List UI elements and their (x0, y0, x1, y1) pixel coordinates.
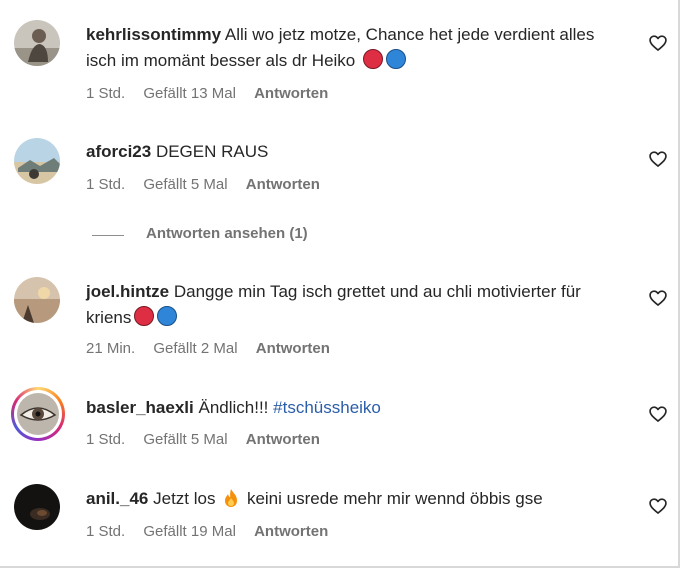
comment-text: basler_haexli Ändlich!!! #tschüssheiko (86, 395, 626, 421)
comment-body-end: keini usrede mehr mir wennd öbbis gse (246, 489, 543, 508)
comment-time: 1 Std. (86, 85, 126, 102)
like-heart-icon[interactable] (648, 404, 668, 424)
comment-likes[interactable]: Gefällt 5 Mal (143, 176, 227, 193)
like-heart-icon[interactable] (648, 288, 668, 308)
like-heart-icon[interactable] (648, 496, 668, 516)
comment-username[interactable]: basler_haexli (86, 398, 194, 417)
reply-button[interactable]: Antworten (246, 431, 320, 448)
comment-text: anil._46 Jetzt los keini usrede mehr mir… (86, 486, 626, 516)
replies-divider-line (92, 235, 124, 236)
comment-username[interactable]: aforci23 (86, 142, 151, 161)
reply-button[interactable]: Antworten (254, 523, 328, 540)
comment-likes[interactable]: Gefällt 5 Mal (143, 431, 227, 448)
comment-body: DEGEN RAUS (155, 142, 269, 161)
comment-meta: 21 Min. Gefällt 2 Mal Antworten (86, 340, 344, 357)
comment-meta: 1 Std. Gefällt 5 Mal Antworten (86, 176, 334, 193)
view-replies-label: Antworten ansehen (1) (146, 225, 308, 242)
comment-time: 1 Std. (86, 523, 126, 540)
comment-meta: 1 Std. Gefällt 13 Mal Antworten (86, 85, 342, 102)
like-heart-icon[interactable] (648, 33, 668, 53)
comment-time: 21 Min. (86, 340, 136, 357)
comment-username[interactable]: anil._46 (86, 489, 148, 508)
comment-text: aforci23 DEGEN RAUS (86, 139, 626, 165)
comment-body: Ändlich!!! (198, 398, 269, 417)
red-circle-icon (363, 49, 383, 69)
comment-username[interactable]: joel.hintze (86, 282, 169, 301)
comments-panel: kehrlissontimmy Alli wo jetz motze, Chan… (0, 0, 680, 568)
comment-meta: 1 Std. Gefällt 19 Mal Antworten (86, 523, 342, 540)
hashtag-link[interactable]: #tschüssheiko (273, 398, 381, 417)
avatar[interactable] (14, 138, 60, 184)
comment-text: joel.hintze Dangge min Tag isch grettet … (86, 279, 626, 331)
comment-body-start: Jetzt los (153, 489, 216, 508)
avatar-story-ring[interactable] (11, 387, 65, 441)
comment-time: 1 Std. (86, 176, 126, 193)
fire-icon (222, 488, 240, 516)
comment-time: 1 Std. (86, 431, 126, 448)
avatar[interactable] (14, 484, 60, 530)
reply-button[interactable]: Antworten (246, 176, 320, 193)
reply-button[interactable]: Antworten (254, 85, 328, 102)
comment-likes[interactable]: Gefällt 2 Mal (153, 340, 237, 357)
comment-username[interactable]: kehrlissontimmy (86, 25, 221, 44)
red-circle-icon (134, 306, 155, 326)
reply-button[interactable]: Antworten (256, 340, 330, 357)
avatar[interactable] (14, 277, 60, 323)
comment-likes[interactable]: Gefällt 13 Mal (143, 85, 236, 102)
comment-text: kehrlissontimmy Alli wo jetz motze, Chan… (86, 22, 626, 74)
comment-likes[interactable]: Gefällt 19 Mal (143, 523, 236, 540)
blue-circle-icon (157, 306, 178, 326)
like-heart-icon[interactable] (648, 149, 668, 169)
comment-meta: 1 Std. Gefällt 5 Mal Antworten (86, 431, 334, 448)
blue-circle-icon (386, 49, 406, 69)
avatar[interactable] (14, 20, 60, 66)
